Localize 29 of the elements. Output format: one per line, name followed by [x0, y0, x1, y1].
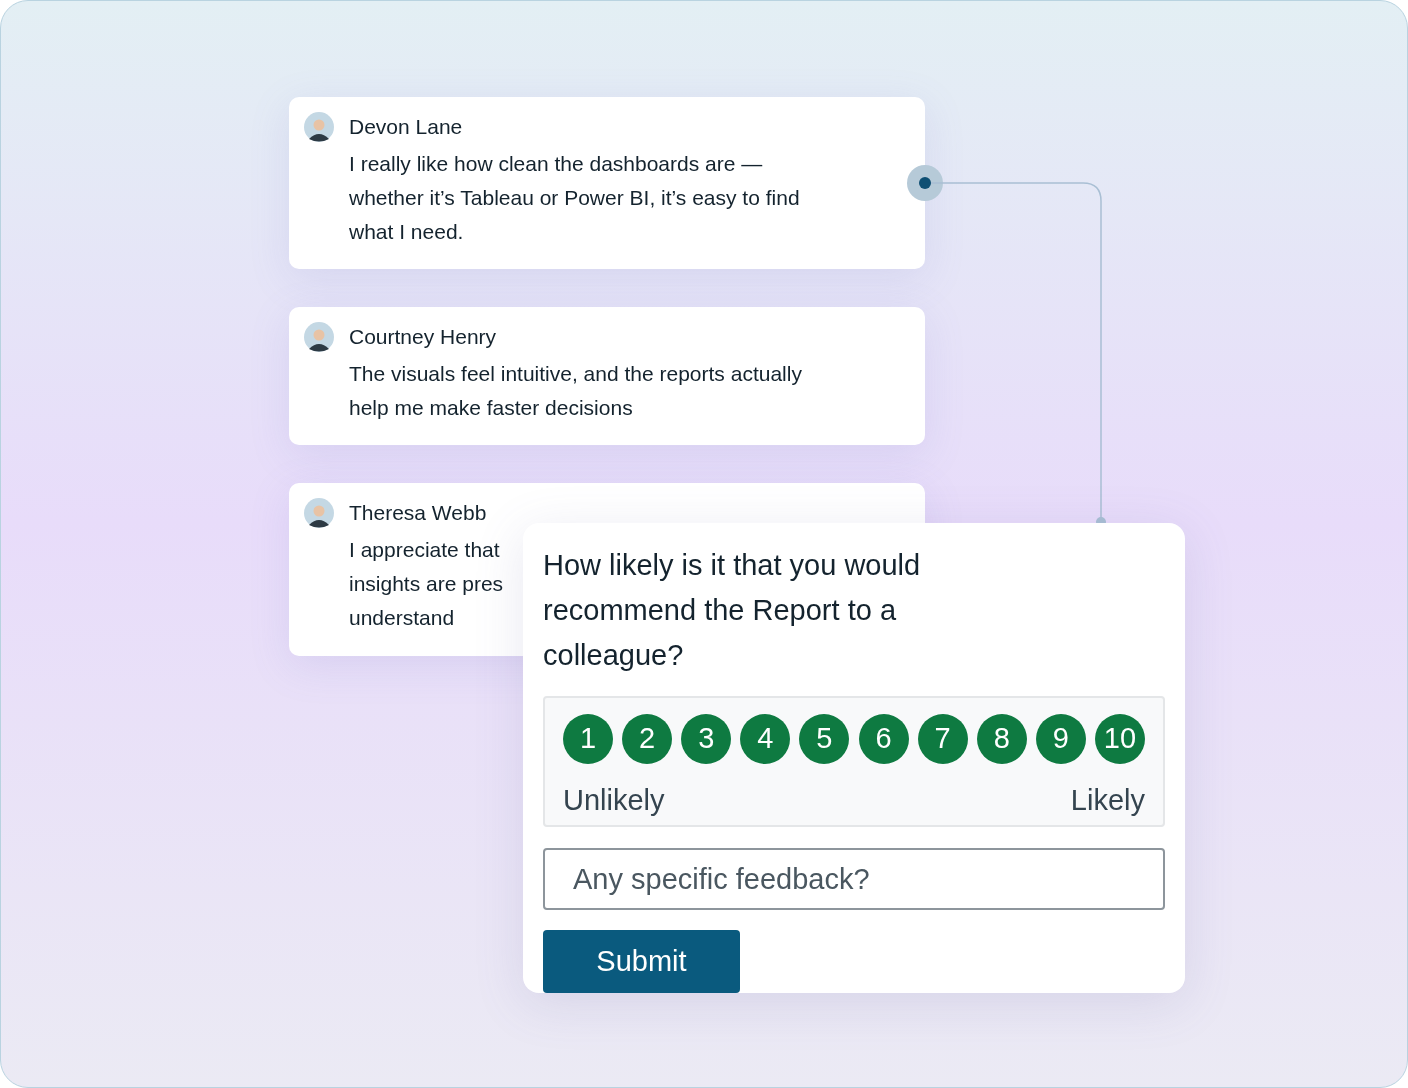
comment-text: I appreciate that [349, 537, 500, 563]
comment-text: what I need. [349, 219, 464, 245]
author-name: Courtney Henry [349, 324, 498, 350]
score-button[interactable]: 5 [799, 714, 850, 764]
avatar-icon [304, 498, 334, 528]
avatar-icon [304, 322, 334, 352]
feedback-field[interactable]: Any specific feedback? [543, 848, 1165, 911]
score-button[interactable]: 6 [858, 714, 909, 764]
score-button[interactable]: 2 [622, 714, 673, 764]
scale-low-label: Unlikely [563, 783, 665, 818]
score-button[interactable]: 9 [1035, 714, 1086, 764]
scale-high-label: Likely [1070, 783, 1145, 818]
comment-text: insights are pres [349, 571, 504, 597]
avatar-icon [304, 112, 334, 142]
score-button[interactable]: 1 [563, 714, 613, 764]
submit-button[interactable]: Submit [543, 930, 740, 993]
comment-text: understand [349, 605, 455, 631]
comment-text: whether it’s Tableau or Power BI, it’s easy to find [349, 185, 800, 211]
score-button[interactable]: 8 [976, 714, 1027, 764]
survey-question: How likely is it that you would recommend the Report to a colleague? [543, 548, 922, 673]
score-button[interactable]: 10 [1095, 714, 1145, 764]
score-button[interactable]: 3 [681, 714, 732, 764]
author-name: Theresa Webb [349, 500, 488, 526]
score-button[interactable]: 4 [740, 714, 791, 764]
comment-text: I really like how clean the dashboards are — [349, 151, 763, 177]
author-name: Devon Lane [349, 114, 464, 140]
comment-text: The visuals feel intuitive, and the reports actually [349, 361, 802, 387]
score-button[interactable]: 7 [917, 714, 968, 764]
comment-text: help me make faster decisions [349, 395, 633, 421]
